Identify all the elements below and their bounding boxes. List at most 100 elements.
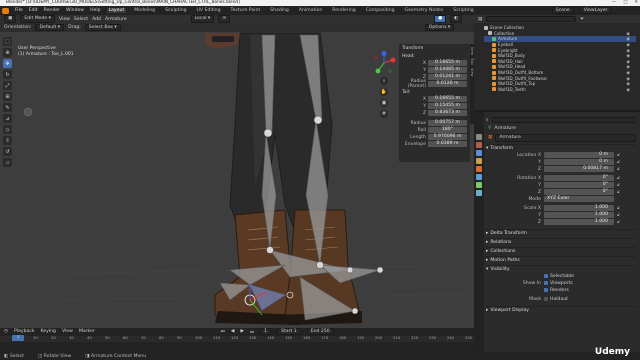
workspace-tab-texture-paint[interactable]: Texture Paint: [229, 8, 263, 13]
lock-icon[interactable]: 🔓︎: [617, 175, 622, 181]
visibility-eye-icon[interactable]: ◉: [626, 42, 630, 47]
collections-panel-header[interactable]: ▸ Collections: [486, 247, 636, 254]
scale-z-field[interactable]: Z 1.000 🔓︎: [486, 219, 636, 225]
radius-field[interactable]: Radius 0.00757 m: [402, 120, 467, 126]
menu-file[interactable]: File: [15, 8, 23, 13]
tail-z-field[interactable]: Z 0.83673 m: [402, 110, 467, 116]
tail-y-value[interactable]: 0.15455 m: [428, 103, 467, 109]
workspace-tab-geometry-nodes[interactable]: Geometry Nodes: [403, 8, 446, 13]
workspace-tab-animation[interactable]: Animation: [297, 8, 324, 13]
tail-z-value[interactable]: 0.83673 m: [428, 110, 467, 116]
current-frame-field[interactable]: 1: [260, 327, 272, 336]
output-tab-icon[interactable]: [476, 150, 482, 156]
pan-hand-icon[interactable]: ✋: [380, 88, 388, 96]
rotate-tool-icon[interactable]: ↻: [3, 70, 12, 79]
search-icon[interactable]: ⌕: [486, 117, 489, 123]
modifier-tab-icon[interactable]: [476, 174, 482, 180]
armature-data-tab-icon[interactable]: [476, 182, 482, 188]
filter-icon[interactable]: ⏷: [580, 16, 584, 22]
visibility-eye-icon[interactable]: ◉: [626, 31, 630, 36]
transform-tool-icon[interactable]: ⊞: [3, 92, 12, 101]
rotation-x-value[interactable]: 0°: [544, 175, 614, 181]
viewport-menu-select[interactable]: Select: [74, 17, 88, 22]
menu-edit[interactable]: Edit: [29, 8, 38, 13]
measure-tool-icon[interactable]: ⊿: [3, 114, 12, 123]
timeline-menu-keying[interactable]: Keying: [41, 329, 56, 334]
timeline-menu-marker[interactable]: Marker: [79, 329, 95, 334]
holdout-checkbox[interactable]: [544, 297, 548, 301]
lock-icon[interactable]: 🔓︎: [617, 152, 622, 158]
lock-icon[interactable]: 🔓︎: [617, 189, 622, 195]
tool-tab-icon[interactable]: [476, 134, 482, 140]
scale-z-value[interactable]: 1.000: [544, 219, 614, 225]
selectable-checkbox[interactable]: [544, 274, 548, 278]
visibility-eye-icon[interactable]: ◉: [626, 76, 630, 81]
rotation-y-value[interactable]: 0°: [544, 182, 614, 188]
scale-y-value[interactable]: 1.000: [544, 212, 614, 218]
scale-tool-icon[interactable]: ⤢: [3, 81, 12, 90]
drag-dropdown[interactable]: Select Box ▾: [84, 23, 121, 32]
scene-selector[interactable]: Scene: [551, 6, 574, 15]
zoom-icon[interactable]: ⌕: [380, 77, 388, 85]
camera-icon[interactable]: ▣: [380, 99, 388, 107]
menu-help[interactable]: Help: [90, 8, 100, 13]
lock-icon[interactable]: 🔓︎: [617, 159, 622, 165]
options-dropdown[interactable]: Options ▾: [424, 23, 455, 32]
start-frame-field[interactable]: Start 1: [277, 327, 301, 336]
rotation-mode-field[interactable]: Mode XYZ Euler: [486, 196, 636, 202]
length-field[interactable]: Length 0.970096 m: [402, 134, 467, 140]
blender-logo-icon[interactable]: [2, 7, 9, 14]
head-radius-value[interactable]: 0.0126 m: [428, 81, 467, 87]
workspace-tab-layout[interactable]: Layout: [106, 8, 127, 13]
visibility-eye-icon[interactable]: ◉: [626, 59, 630, 64]
show-in-viewports-row[interactable]: Show In Viewports: [486, 280, 636, 286]
properties-search-input[interactable]: [491, 117, 636, 123]
editor-type-button[interactable]: ▣: [4, 15, 17, 23]
viewport-menu-add[interactable]: Add: [92, 17, 101, 22]
transform-space-dropdown[interactable]: Local ▾: [190, 15, 215, 23]
extrude-tool-icon[interactable]: ⇧: [3, 136, 12, 145]
rotation-x-field[interactable]: Rotation X 0° 🔓︎: [486, 175, 636, 181]
outliner-search-input[interactable]: [486, 16, 577, 22]
relations-panel-header[interactable]: ▸ Relations: [486, 238, 636, 245]
length-value[interactable]: 0.970096 m: [428, 134, 467, 140]
object-name-field[interactable]: Armature: [495, 134, 636, 142]
workspace-tab-sculpting[interactable]: Sculpting: [163, 8, 188, 13]
orientation-dropdown[interactable]: Default ▾: [35, 23, 65, 32]
tail-x-field[interactable]: X 0.16655 m: [402, 96, 467, 102]
scale-x-value[interactable]: 1.000: [544, 205, 614, 211]
viewport-display-panel-header[interactable]: ▸ Viewport Display: [486, 306, 636, 313]
visibility-eye-icon[interactable]: ◉: [626, 36, 630, 41]
show-in-renders-row[interactable]: Renders: [486, 287, 636, 293]
visibility-eye-icon[interactable]: ◉: [626, 81, 630, 86]
timeline-ruler[interactable]: 0102030405060708090100110120130140150160…: [0, 335, 474, 342]
workspace-tab-shading[interactable]: Shading: [268, 8, 291, 13]
location-y-field[interactable]: Y0 m 🔓︎: [486, 159, 636, 165]
outliner-editor-icon[interactable]: ▤: [478, 17, 482, 22]
head-y-value[interactable]: 0.14485 m: [428, 67, 467, 73]
selectable-row[interactable]: Selectable: [486, 273, 636, 279]
object-tab-icon[interactable]: [476, 166, 482, 172]
renders-checkbox[interactable]: [544, 288, 548, 292]
motion-paths-panel-header[interactable]: ▸ Motion Paths: [486, 256, 636, 263]
move-tool-icon[interactable]: ✥: [3, 59, 12, 68]
head-z-value[interactable]: 0.01241 m: [428, 74, 467, 80]
workspace-tab-compositing[interactable]: Compositing: [364, 8, 397, 13]
location-z-field[interactable]: Z 0.00817 m 🔓︎: [486, 166, 636, 172]
shear-tool-icon[interactable]: ▱: [3, 158, 12, 167]
3d-viewport[interactable]: ▣ Edit Mode ▾ View Select Add Armature L…: [0, 15, 474, 328]
rotation-z-value[interactable]: 0°: [544, 189, 614, 195]
view-layer-selector[interactable]: ViewLayer: [579, 6, 612, 15]
lock-icon[interactable]: 🔓︎: [617, 212, 622, 218]
envelope-field[interactable]: Envelope 0.0389 m: [402, 141, 467, 147]
delta-transform-panel-header[interactable]: ▸ Delta Transform: [486, 229, 636, 236]
play-reverse-icon[interactable]: ◀: [231, 329, 235, 334]
mask-holdout-row[interactable]: Mask Holdout: [486, 296, 636, 302]
location-y-value[interactable]: 0 m: [544, 159, 614, 165]
render-tab-icon[interactable]: [476, 142, 482, 148]
visibility-eye-icon[interactable]: ◉: [626, 87, 630, 92]
head-radius-field[interactable]: Radius (Parent) 0.0126 m: [402, 79, 467, 89]
transform-panel-header[interactable]: ▾ Transform: [486, 144, 636, 151]
workspace-tab-scripting[interactable]: Scripting: [451, 8, 475, 13]
workspace-tab-modeling[interactable]: Modeling: [132, 8, 157, 13]
